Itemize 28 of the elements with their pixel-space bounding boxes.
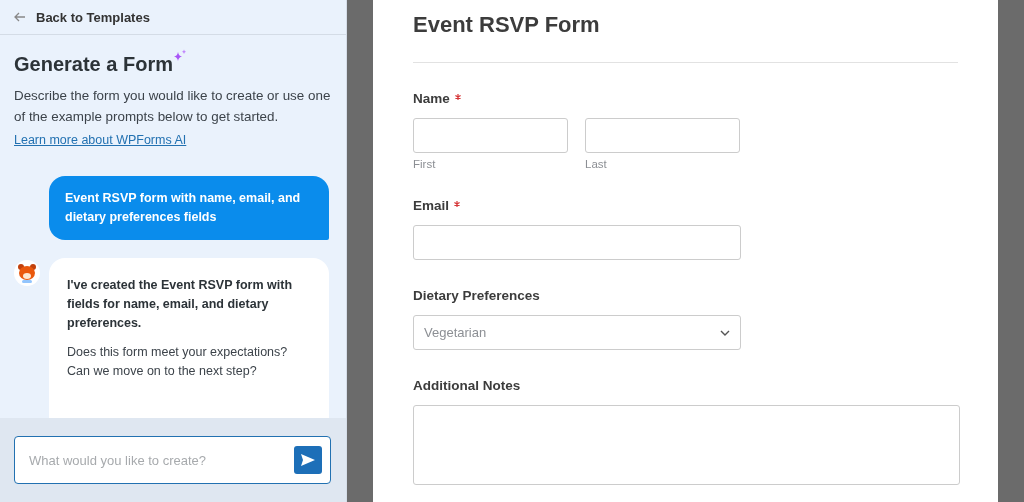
dropdown-field[interactable]: Vegetarian (413, 315, 741, 350)
input-field[interactable] (585, 118, 740, 153)
send-icon (300, 453, 316, 467)
back-link[interactable]: Back to Templates (36, 9, 150, 25)
input-field[interactable] (413, 225, 741, 260)
field-label: Additional Notes (413, 378, 521, 393)
user-message-bubble: Event RSVP form with name, email, and dietary preferences fields (49, 176, 329, 240)
required-icon (454, 201, 461, 207)
description-text: Describe the form you would like to create or use one of the example prompts below to get started. (14, 87, 332, 126)
textarea-field[interactable] (413, 405, 960, 485)
field-label: Name (413, 91, 450, 106)
message-text: Does this form meet your expectations? Can we move on to the next step? (67, 344, 289, 380)
required-icon (454, 94, 461, 100)
back-arrow-icon (14, 12, 26, 22)
field-label: Dietary Preferences (413, 288, 540, 303)
panel-title: Generate a Form (14, 53, 173, 76)
bear-avatar-icon (14, 260, 40, 286)
prompt-input[interactable]: What would you like to create? (27, 451, 294, 469)
prompt-field[interactable]: What would you like to create? (14, 436, 331, 484)
learn-more-link[interactable]: Learn more about WPForms AI (14, 133, 187, 147)
message-text: I've created the Event RSVP form with fields for name, email, and dietary preferences. (67, 277, 294, 332)
form-title: Event RSVP Form (413, 11, 601, 38)
sublabel: First (413, 158, 437, 170)
sublabel: Last (585, 158, 608, 170)
input-field[interactable] (413, 118, 568, 153)
send-button[interactable] (294, 446, 322, 474)
chevron-down-icon (720, 329, 730, 336)
field-label: Email (413, 198, 450, 213)
